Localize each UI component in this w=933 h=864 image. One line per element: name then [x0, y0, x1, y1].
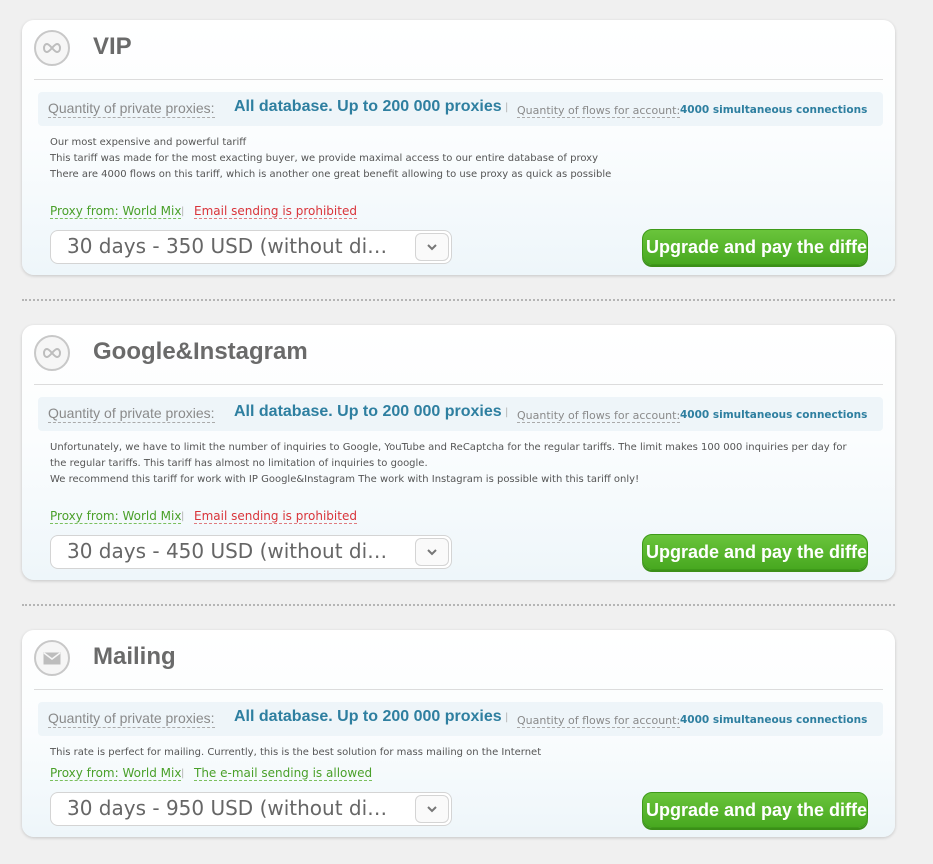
description-line: We recommend this tariff for work with I…: [50, 474, 640, 485]
tariff-header: Google&Instagram: [22, 325, 895, 385]
tariff-header: Mailing: [22, 630, 895, 690]
description-line: Our most expensive and powerful tariff: [50, 137, 247, 148]
proxies-quantity-value: All database. Up to 200 000 proxies: [234, 403, 502, 420]
period-select[interactable]: 30 days - 950 USD (without disco...: [50, 792, 452, 826]
proxy-from-link[interactable]: Proxy from: World Mix: [50, 204, 182, 219]
proxies-quantity-label[interactable]: Quantity of private proxies:: [48, 100, 215, 118]
tariff-description: Unfortunately, we have to limit the numb…: [50, 440, 867, 488]
tariff-description: This rate is perfect for mailing. Curren…: [50, 745, 867, 761]
tariff-title: Mailing: [93, 643, 176, 670]
upgrade-pay-button[interactable]: Upgrade and pay the difference: [642, 534, 868, 570]
chevron-down-icon[interactable]: [415, 538, 449, 566]
tariff-stats: Quantity of private proxies: All databas…: [38, 702, 883, 736]
title-divider: [34, 79, 883, 80]
flows-quantity-value: 4000 simultaneous connections: [680, 714, 868, 726]
flows-quantity-label[interactable]: Quantity of flows for account:: [517, 409, 681, 423]
infinity-icon: [34, 335, 70, 371]
description-line: This rate is perfect for mailing. Curren…: [50, 747, 542, 758]
period-select[interactable]: 30 days - 450 USD (without disco...: [50, 535, 452, 569]
proxies-quantity-label[interactable]: Quantity of private proxies:: [48, 405, 215, 423]
tariff-stats: Quantity of private proxies: All databas…: [38, 92, 883, 126]
proxy-from-link[interactable]: Proxy from: World Mix: [50, 509, 182, 524]
tariff-card-vip: VIP Quantity of private proxies: All dat…: [22, 20, 895, 275]
description-line: There are 4000 flows on this tariff, whi…: [50, 169, 612, 180]
title-divider: [34, 384, 883, 385]
proxy-from-link[interactable]: Proxy from: World Mix: [50, 766, 182, 781]
period-select-value: 30 days - 950 USD (without disco...: [67, 796, 397, 820]
tariff-title: VIP: [93, 33, 132, 60]
chevron-down-icon[interactable]: [415, 795, 449, 823]
infinity-icon: [34, 30, 70, 66]
section-divider: [22, 299, 895, 301]
upgrade-pay-button[interactable]: Upgrade and pay the difference: [642, 792, 868, 828]
stat-separator: |: [505, 102, 509, 113]
email-policy-link[interactable]: Email sending is prohibited: [194, 509, 357, 524]
tariff-stats: Quantity of private proxies: All databas…: [38, 397, 883, 431]
flows-quantity-label[interactable]: Quantity of flows for account:: [517, 104, 681, 118]
tariff-title: Google&Instagram: [93, 338, 308, 365]
tariff-header: VIP: [22, 20, 895, 80]
description-line: Unfortunately, we have to limit the numb…: [50, 442, 847, 453]
envelope-icon: [34, 640, 70, 676]
email-policy-link[interactable]: Email sending is prohibited: [194, 204, 357, 219]
flows-quantity-value: 4000 simultaneous connections: [680, 409, 868, 421]
description-line: the regular tariffs. This tariff has alm…: [50, 458, 428, 469]
tariff-description: Our most expensive and powerful tariff T…: [50, 135, 867, 183]
tag-separator: |: [181, 511, 185, 522]
chevron-down-icon[interactable]: [415, 233, 449, 261]
upgrade-pay-button[interactable]: Upgrade and pay the difference: [642, 229, 868, 265]
tag-separator: |: [181, 206, 185, 217]
tag-separator: |: [181, 768, 185, 779]
flows-quantity-label[interactable]: Quantity of flows for account:: [517, 714, 681, 728]
section-divider: [22, 604, 895, 606]
stat-separator: |: [505, 712, 509, 723]
period-select[interactable]: 30 days - 350 USD (without disco...: [50, 230, 452, 264]
proxies-quantity-label[interactable]: Quantity of private proxies:: [48, 710, 215, 728]
description-line: This tariff was made for the most exacti…: [50, 153, 598, 164]
tariff-card-mailing: Mailing Quantity of private proxies: All…: [22, 630, 895, 837]
proxies-quantity-value: All database. Up to 200 000 proxies: [234, 98, 502, 115]
period-select-value: 30 days - 350 USD (without disco...: [67, 234, 397, 258]
title-divider: [34, 689, 883, 690]
tariff-card-google-instagram: Google&Instagram Quantity of private pro…: [22, 325, 895, 580]
email-policy-link[interactable]: The e-mail sending is allowed: [194, 766, 373, 781]
flows-quantity-value: 4000 simultaneous connections: [680, 104, 868, 116]
proxies-quantity-value: All database. Up to 200 000 proxies: [234, 708, 502, 725]
stat-separator: |: [505, 407, 509, 418]
period-select-value: 30 days - 450 USD (without disco...: [67, 539, 397, 563]
